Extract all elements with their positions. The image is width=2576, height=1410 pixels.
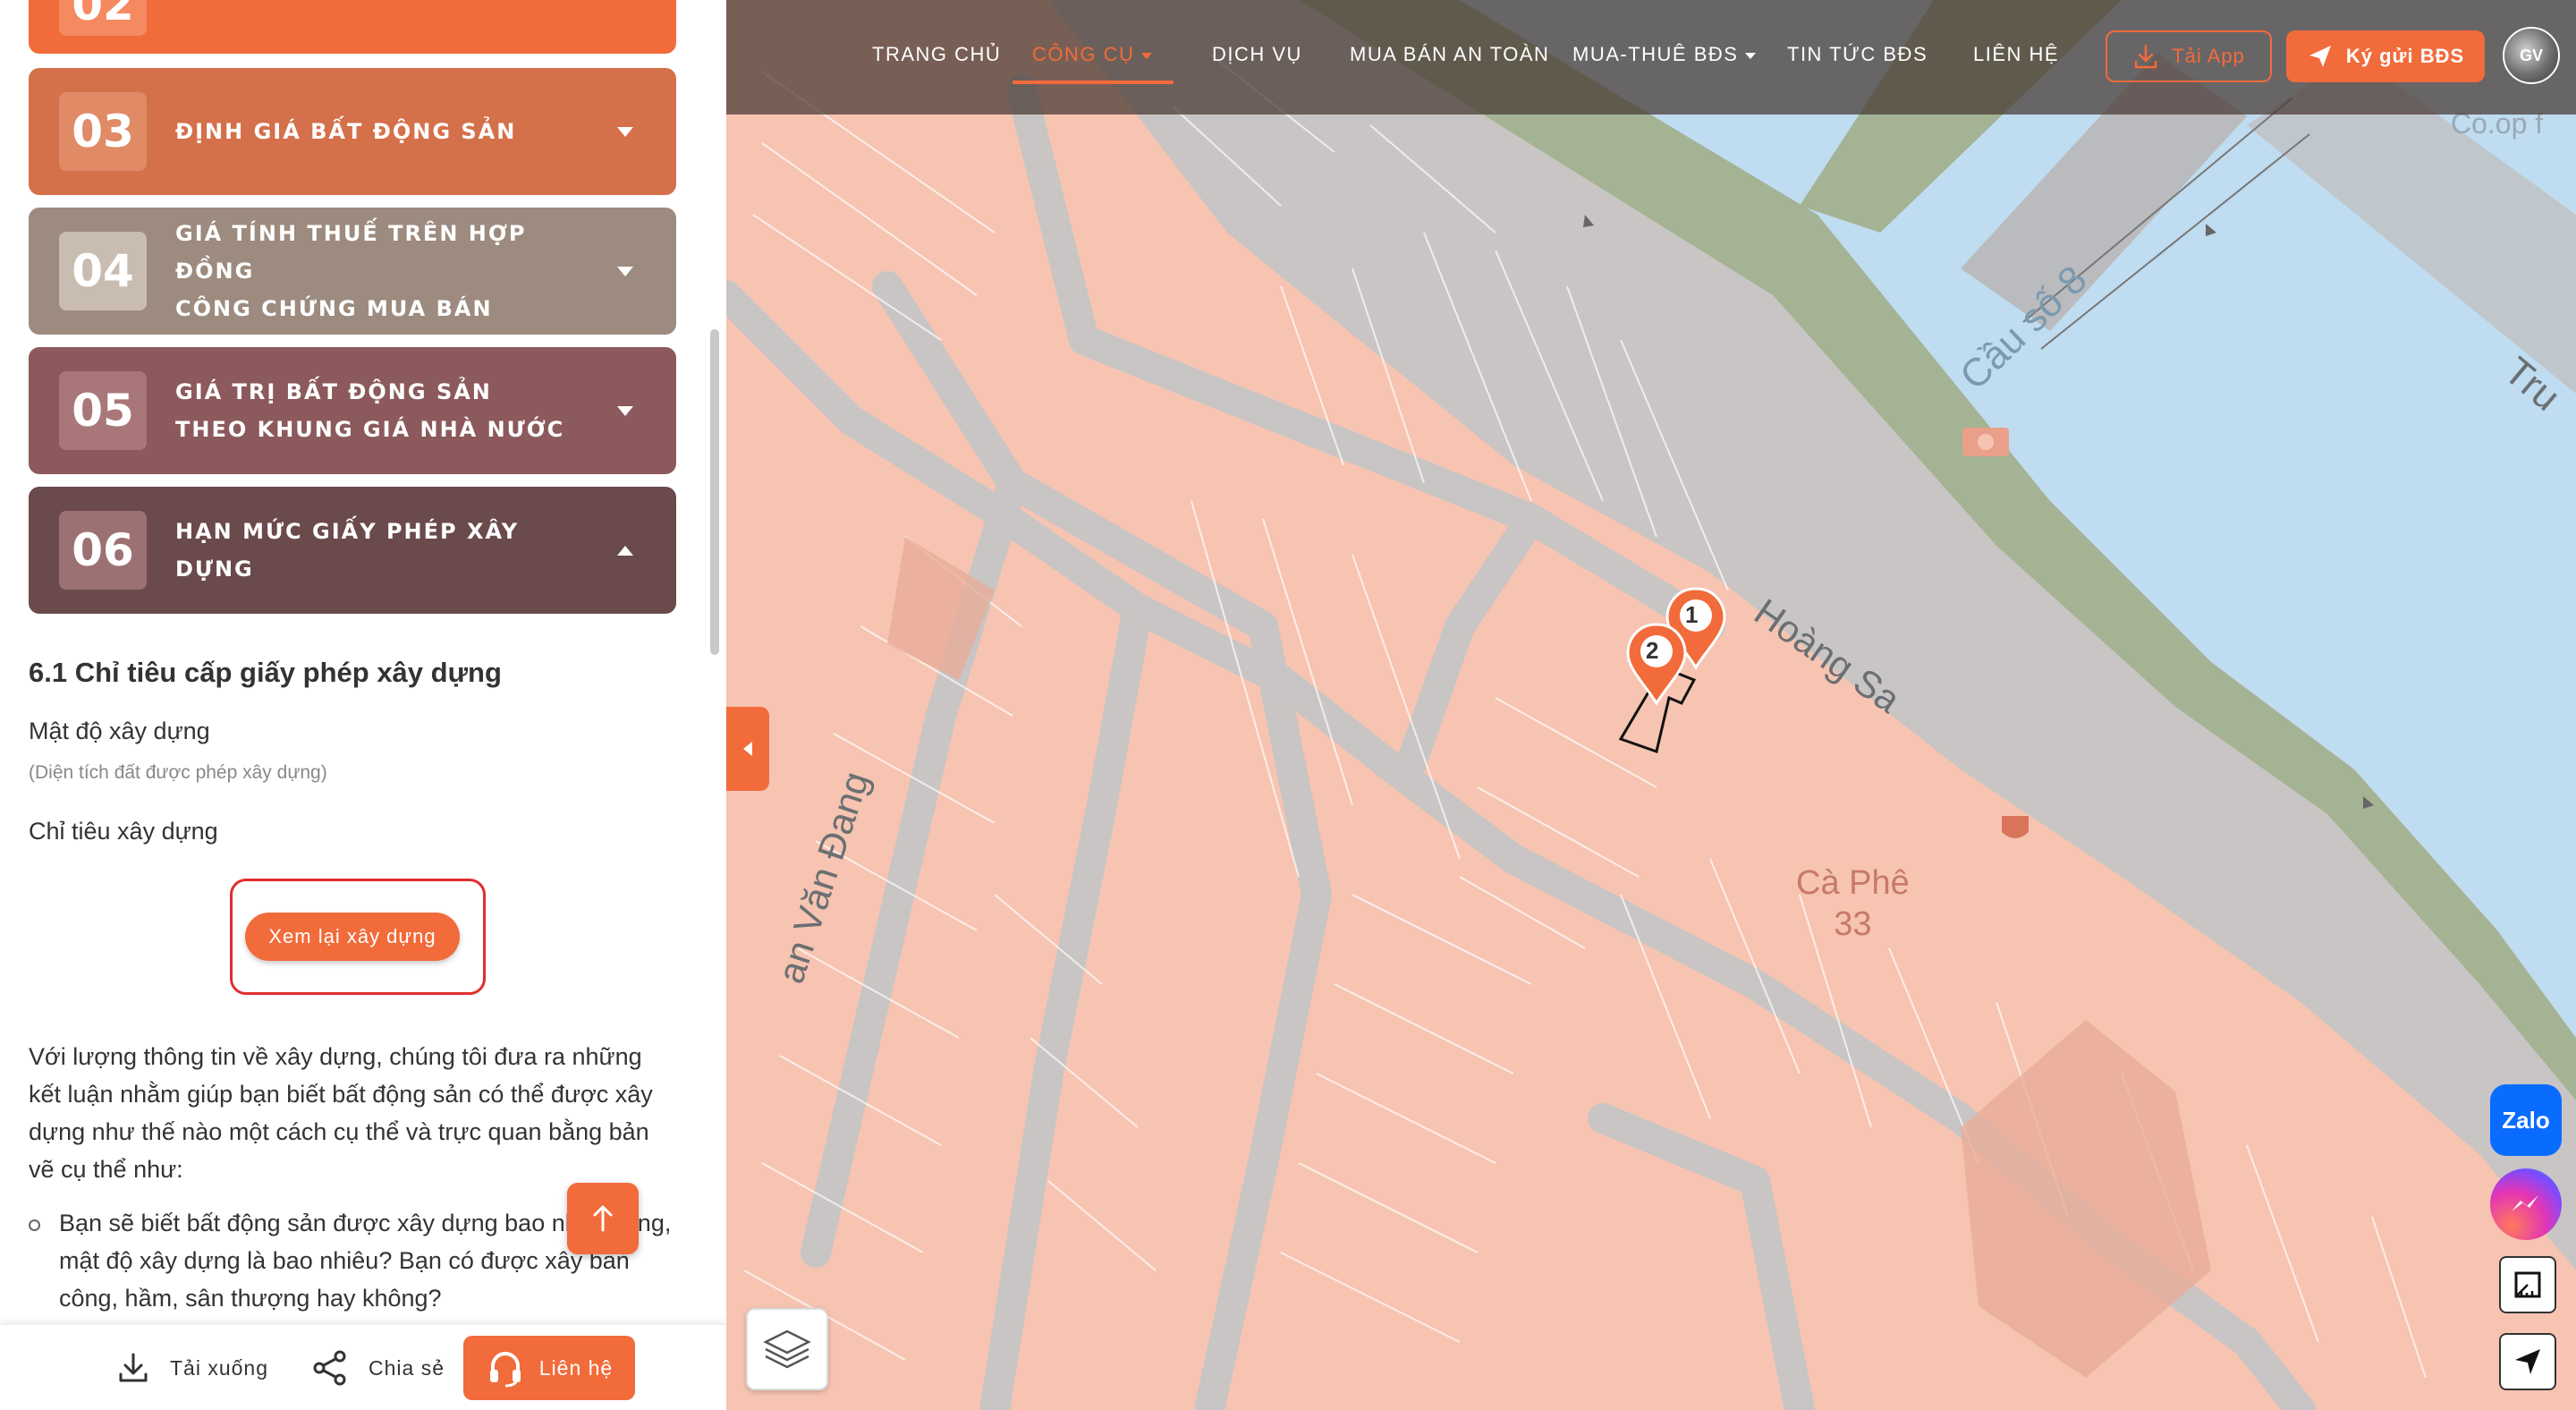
messenger-chat-button[interactable] [2490,1168,2562,1240]
download-icon [119,1353,148,1382]
description-paragraph: Với lượng thông tin về xây dựng, chúng t… [29,1043,653,1183]
nav-item-buy-rent-label: MUA-THUÊ BĐS [1572,43,1739,65]
share-button[interactable]: Chia sẻ [311,1325,445,1410]
chevron-down-icon [1141,52,1153,59]
marker-1-number[interactable]: 1 [1685,601,1698,629]
cafe-label: Cà Phê 33 [1796,862,1910,945]
contact-button[interactable]: Liên hệ [463,1336,635,1400]
chevron-down-icon [617,406,633,416]
arrow-up-icon [593,1205,613,1232]
download-app-label: Tải App [2172,45,2245,67]
nav-item-home[interactable]: TRANG CHỦ [872,43,1001,66]
accordion-number: 04 [59,232,147,310]
contact-label: Liên hệ [538,1355,614,1380]
accordion-item-06[interactable]: 06 HẠN MỨC GIẤY PHÉP XÂY DỰNG [29,487,676,614]
navigation-arrow-icon [2515,1349,2540,1374]
layers-icon [763,1329,811,1369]
active-nav-underline [1013,81,1174,84]
messenger-icon [2512,1195,2538,1211]
accordion-label: ĐỊNH GIÁ BẤT ĐỘNG SẢN [175,119,517,144]
bottom-action-bar: Tải xuống Chia sẻ Liên hệ [0,1324,726,1410]
send-icon [2309,46,2331,67]
accordion-item-02[interactable]: 02 [29,0,676,54]
zalo-chat-button[interactable]: Zalo [2490,1084,2562,1156]
cafe-label-line: 33 [1834,905,1872,943]
accordion-number: 05 [59,371,147,450]
accordion-label-line: GIÁ TRỊ BẤT ĐỘNG SẢN [175,379,492,404]
nav-item-buy-rent[interactable]: MUA-THUÊ BĐS [1572,43,1757,66]
chevron-down-icon [1745,52,1757,59]
accordion-label: GIÁ TRỊ BẤT ĐỘNG SẢN THEO KHUNG GIÁ NHÀ … [175,373,596,448]
accordion-item-04[interactable]: 04 GIÁ TÍNH THUẾ TRÊN HỢP ĐỒNG CÔNG CHỨN… [29,208,676,335]
consign-property-label: Ký gửi BĐS [2345,45,2465,67]
accordion-item-05[interactable]: 05 GIÁ TRỊ BẤT ĐỘNG SẢN THEO KHUNG GIÁ N… [29,347,676,474]
review-build-button[interactable]: Xem lại xây dựng [245,913,460,961]
headset-icon [489,1352,521,1388]
accordion-label: HẠN MỨC GIẤY PHÉP XÂY DỰNG [175,519,520,582]
chi-tieu-label: Chỉ tiêu xây dựng [29,818,218,845]
accordion-label-line: THEO KHUNG GIÁ NHÀ NƯỚC [175,417,565,442]
map-canvas[interactable]: Hoàng Sa an Văn Đang Cầu số 8 Cà Phê 33 … [726,0,2576,1410]
measure-tool-button[interactable] [2499,1256,2556,1313]
nav-item-tools[interactable]: CÔNG CỤ [1032,43,1153,66]
share-label: Chia sẻ [369,1355,445,1380]
cafe-label-line: Cà Phê [1796,864,1910,902]
section-title: 6.1 Chỉ tiêu cấp giấy phép xây dựng [29,657,502,688]
scroll-to-top-button[interactable] [567,1183,639,1254]
consign-property-button[interactable]: Ký gửi BĐS [2286,30,2485,82]
locate-me-button[interactable] [2499,1333,2556,1390]
accordion-label-line: CÔNG CHỨNG MUA BÁN [175,296,493,321]
accordion-label-line: GIÁ TÍNH THUẾ TRÊN HỢP ĐỒNG [175,221,527,284]
marker-2-number[interactable]: 2 [1646,637,1658,665]
mat-do-label: Mật độ xây dựng [29,718,210,744]
download-app-button[interactable]: Tải App [2106,30,2272,82]
nav-item-services[interactable]: DỊCH VỤ [1212,43,1302,66]
accordion-number: 02 [59,0,147,36]
accordion-number: 06 [59,511,147,590]
nav-item-tools-label: CÔNG CỤ [1032,43,1135,65]
download-button[interactable]: Tải xuống [116,1325,268,1410]
accordion-number: 03 [59,92,147,171]
share-icon [313,1350,346,1386]
nav-item-contact[interactable]: LIÊN HỆ [1973,43,2059,66]
accordion-label: GIÁ TÍNH THUẾ TRÊN HỢP ĐỒNG CÔNG CHỨNG M… [175,215,596,327]
mat-do-note: (Diện tích đất được phép xây dựng) [29,762,327,783]
info-panel: 02 03 ĐỊNH GIÁ BẤT ĐỘNG SẢN 04 GIÁ TÍNH … [0,0,726,1410]
collapse-panel-button[interactable] [726,707,769,791]
chevron-down-icon [617,267,633,276]
chevron-up-icon [617,546,633,556]
ruler-icon [2514,1271,2541,1298]
scrollbar-thumb[interactable] [710,329,719,655]
nav-item-safe-trade[interactable]: MUA BÁN AN TOÀN [1350,43,1549,66]
chevron-left-icon [743,742,752,756]
avatar[interactable]: GV [2503,27,2560,84]
nav-item-news[interactable]: TIN TỨC BĐS [1787,43,1928,66]
map-tiles [726,0,2576,1410]
scrollbar-track[interactable] [708,0,721,1324]
download-icon [2134,44,2157,69]
bullet-icon [29,1219,40,1231]
map-layers-button[interactable] [746,1308,828,1390]
accordion-item-03[interactable]: 03 ĐỊNH GIÁ BẤT ĐỘNG SẢN [29,68,676,195]
chevron-down-icon [617,127,633,137]
zalo-label: Zalo [2502,1106,2550,1134]
download-label: Tải xuống [170,1355,269,1380]
